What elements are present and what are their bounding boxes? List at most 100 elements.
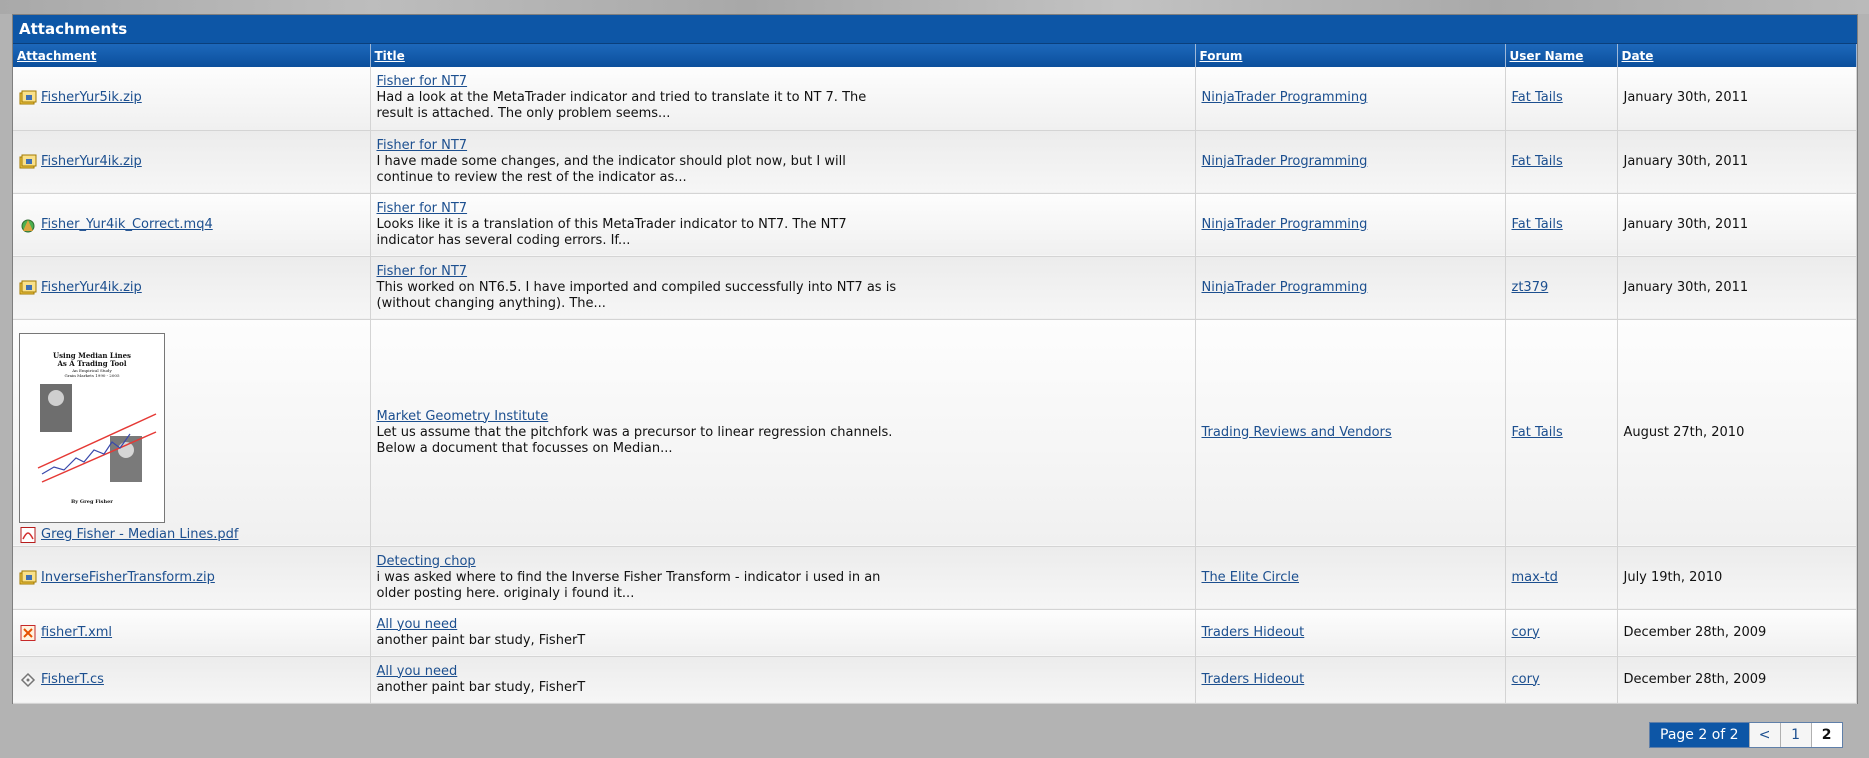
pdf-icon	[19, 526, 37, 543]
cs-icon	[19, 672, 37, 688]
user-link[interactable]: Fat Tails	[1512, 90, 1563, 105]
zip-icon	[19, 154, 37, 170]
forum-cell: Traders Hideout	[1195, 609, 1506, 657]
post-snippet: another paint bar study, FisherT	[376, 632, 586, 648]
table-row: InverseFisherTransform.zip Detecting cho…	[13, 546, 1857, 610]
forum-link[interactable]: Traders Hideout	[1202, 672, 1305, 687]
user-link[interactable]: max-td	[1512, 570, 1558, 585]
user-cell: Fat Tails	[1505, 130, 1618, 194]
title-cell: Market Geometry Institute Let us assume t…	[370, 319, 1196, 547]
page-1-link[interactable]: 1	[1779, 723, 1811, 747]
user-link[interactable]: Fat Tails	[1512, 425, 1563, 440]
forum-cell: Trading Reviews and Vendors	[1195, 319, 1506, 547]
date-cell: August 27th, 2010	[1617, 319, 1857, 547]
attachment-link[interactable]: Greg Fisher - Median Lines.pdf	[41, 527, 238, 543]
date-cell: January 30th, 2011	[1617, 130, 1857, 194]
attachment-link[interactable]: fisherT.xml	[41, 625, 112, 641]
thread-title-link[interactable]: All you need	[377, 617, 1189, 633]
attachment-cell: FisherYur4ik.zip	[13, 130, 371, 194]
forum-link[interactable]: NinjaTrader Programming	[1202, 154, 1368, 169]
thread-title-link[interactable]: Fisher for NT7	[377, 264, 1189, 280]
title-cell: Fisher for NT7 Had a look at the MetaTrad…	[370, 67, 1196, 131]
date-cell: December 28th, 2009	[1617, 656, 1857, 704]
zip-icon	[19, 570, 37, 586]
col-user-name[interactable]: User Name	[1505, 44, 1618, 67]
prev-page-button[interactable]: <	[1748, 723, 1780, 747]
table-row: Fisher_Yur4ik_Correct.mq4 Fisher for NT7…	[13, 193, 1857, 257]
thread-title-link[interactable]: Detecting chop	[377, 554, 1189, 570]
date-cell: December 28th, 2009	[1617, 609, 1857, 657]
mq4-icon	[19, 217, 37, 233]
attachment-link[interactable]: FisherYur5ik.zip	[41, 90, 142, 106]
attachment-cell: FisherYur5ik.zip	[13, 67, 371, 131]
date-cell: January 30th, 2011	[1617, 67, 1857, 131]
forum-link[interactable]: NinjaTrader Programming	[1202, 90, 1368, 105]
table-row: FisherYur5ik.zip Fisher for NT7 Had a loo…	[13, 67, 1857, 131]
title-cell: All you need another paint bar study, Fis…	[370, 609, 1196, 657]
page-2-current: 2	[1810, 723, 1842, 747]
zip-icon	[19, 280, 37, 296]
date-cell: January 30th, 2011	[1617, 193, 1857, 257]
user-cell: max-td	[1505, 546, 1618, 610]
thread-title-link[interactable]: Market Geometry Institute	[377, 409, 1189, 425]
date-cell: January 30th, 2011	[1617, 256, 1857, 320]
post-snippet: i was asked where to find the Inverse Fi…	[376, 569, 881, 601]
attachment-cell: FisherYur4ik.zip	[13, 256, 371, 320]
thread-title-link[interactable]: Fisher for NT7	[377, 201, 1189, 217]
user-cell: Fat Tails	[1505, 319, 1618, 547]
panel-title: Attachments	[13, 15, 1857, 44]
user-cell: zt379	[1505, 256, 1618, 320]
table-row: FisherT.cs All you need another paint bar…	[13, 656, 1857, 704]
table-row: fisherT.xml All you need another paint ba…	[13, 609, 1857, 657]
table-row: Using Median Lines As A Trading Tool An …	[13, 319, 1857, 547]
table-header-row: Attachment Title Forum User Name Date	[13, 44, 1857, 67]
user-link[interactable]: cory	[1512, 625, 1540, 640]
user-cell: cory	[1505, 656, 1618, 704]
date-cell: July 19th, 2010	[1617, 546, 1857, 610]
col-title[interactable]: Title	[370, 44, 1196, 67]
attachment-cell: FisherT.cs	[13, 656, 371, 704]
col-attachment[interactable]: Attachment	[13, 44, 371, 67]
post-snippet: Let us assume that the pitchfork was a p…	[376, 424, 893, 456]
top-strip	[0, 0, 1869, 14]
thread-title-link[interactable]: Fisher for NT7	[377, 74, 1189, 90]
forum-link[interactable]: NinjaTrader Programming	[1202, 280, 1368, 295]
user-cell: cory	[1505, 609, 1618, 657]
user-link[interactable]: Fat Tails	[1512, 217, 1563, 232]
attachment-link[interactable]: InverseFisherTransform.zip	[41, 570, 215, 586]
title-cell: Fisher for NT7 I have made some changes, …	[370, 130, 1196, 194]
attachments-panel: Attachments Attachment Title Forum User …	[12, 14, 1858, 704]
forum-cell: Traders Hideout	[1195, 656, 1506, 704]
forum-link[interactable]: NinjaTrader Programming	[1202, 217, 1368, 232]
forum-cell: NinjaTrader Programming	[1195, 256, 1506, 320]
attachment-cell: fisherT.xml	[13, 609, 371, 657]
title-cell: Fisher for NT7 This worked on NT6.5. I ha…	[370, 256, 1196, 320]
attachments-table: Attachment Title Forum User Name Date Fi…	[13, 44, 1857, 704]
pagination: Page 2 of 2 < 1 2	[1649, 722, 1843, 748]
forum-cell: NinjaTrader Programming	[1195, 193, 1506, 257]
user-cell: Fat Tails	[1505, 67, 1618, 131]
forum-cell: NinjaTrader Programming	[1195, 67, 1506, 131]
attachment-link[interactable]: FisherYur4ik.zip	[41, 154, 142, 170]
table-row: FisherYur4ik.zip Fisher for NT7 I have ma…	[13, 130, 1857, 194]
forum-link[interactable]: Traders Hideout	[1202, 625, 1305, 640]
attachment-cell: Using Median Lines As A Trading Tool An …	[13, 319, 371, 547]
attachment-link[interactable]: FisherT.cs	[41, 672, 104, 688]
thread-title-link[interactable]: Fisher for NT7	[377, 138, 1189, 154]
thumbnail-figure	[37, 383, 157, 483]
col-date[interactable]: Date	[1617, 44, 1857, 67]
attachment-link[interactable]: Fisher_Yur4ik_Correct.mq4	[41, 217, 213, 233]
user-link[interactable]: zt379	[1512, 280, 1549, 295]
thread-title-link[interactable]: All you need	[377, 664, 1189, 680]
pdf-thumbnail[interactable]: Using Median Lines As A Trading Tool An …	[19, 332, 165, 523]
attachment-link[interactable]: FisherYur4ik.zip	[41, 280, 142, 296]
user-cell: Fat Tails	[1505, 193, 1618, 257]
user-link[interactable]: cory	[1512, 672, 1540, 687]
forum-link[interactable]: Trading Reviews and Vendors	[1202, 425, 1392, 440]
forum-cell: NinjaTrader Programming	[1195, 130, 1506, 194]
forum-link[interactable]: The Elite Circle	[1202, 570, 1299, 585]
col-forum[interactable]: Forum	[1195, 44, 1506, 67]
user-link[interactable]: Fat Tails	[1512, 154, 1563, 169]
attachment-cell: InverseFisherTransform.zip	[13, 546, 371, 610]
forum-cell: The Elite Circle	[1195, 546, 1506, 610]
